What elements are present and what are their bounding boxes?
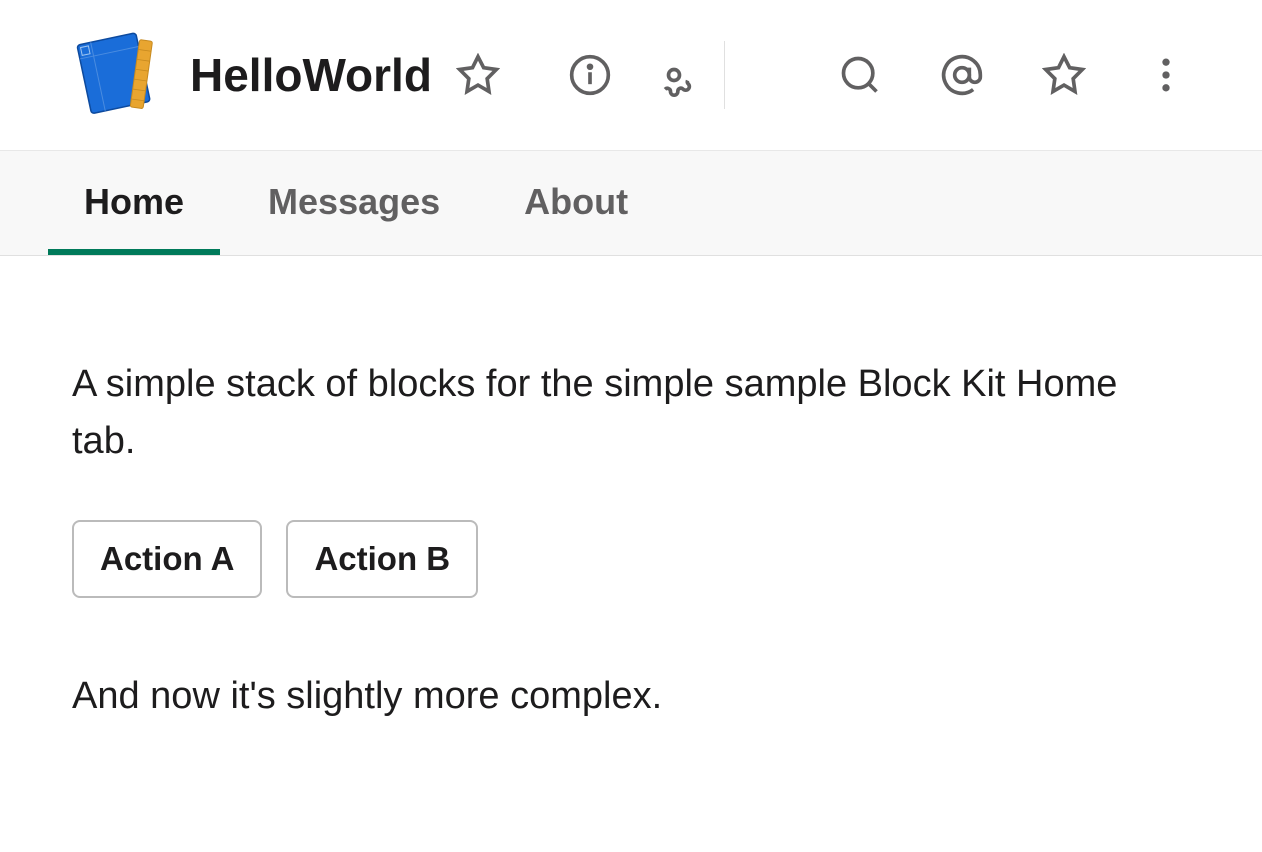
info-button[interactable]: [564, 49, 616, 101]
star-icon: [456, 53, 500, 97]
tab-home[interactable]: Home: [48, 151, 220, 255]
star-button[interactable]: [452, 49, 504, 101]
info-icon: [568, 53, 612, 97]
gear-icon: [652, 53, 696, 97]
tab-messages[interactable]: Messages: [232, 151, 476, 255]
mentions-button[interactable]: [936, 49, 988, 101]
app-title: HelloWorld: [190, 48, 432, 102]
action-a-button[interactable]: Action A: [72, 520, 262, 598]
search-icon: [838, 53, 882, 97]
app-header: HelloWorld: [0, 0, 1262, 151]
block-text-1: A simple stack of blocks for the simple …: [72, 356, 1172, 470]
search-button[interactable]: [834, 49, 886, 101]
app-icon: [70, 30, 160, 120]
block-text-2: And now it's slightly more complex.: [72, 668, 1172, 725]
more-button[interactable]: [1140, 49, 1192, 101]
star-icon: [1042, 53, 1086, 97]
actions-block: Action A Action B: [72, 520, 1190, 598]
starred-button[interactable]: [1038, 49, 1090, 101]
header-divider: [724, 41, 725, 109]
home-content: A simple stack of blocks for the simple …: [0, 256, 1262, 815]
at-icon: [940, 53, 984, 97]
settings-button[interactable]: [648, 49, 700, 101]
tab-about[interactable]: About: [488, 151, 664, 255]
action-b-button[interactable]: Action B: [286, 520, 478, 598]
tabs-bar: Home Messages About: [0, 151, 1262, 256]
more-vertical-icon: [1144, 53, 1188, 97]
